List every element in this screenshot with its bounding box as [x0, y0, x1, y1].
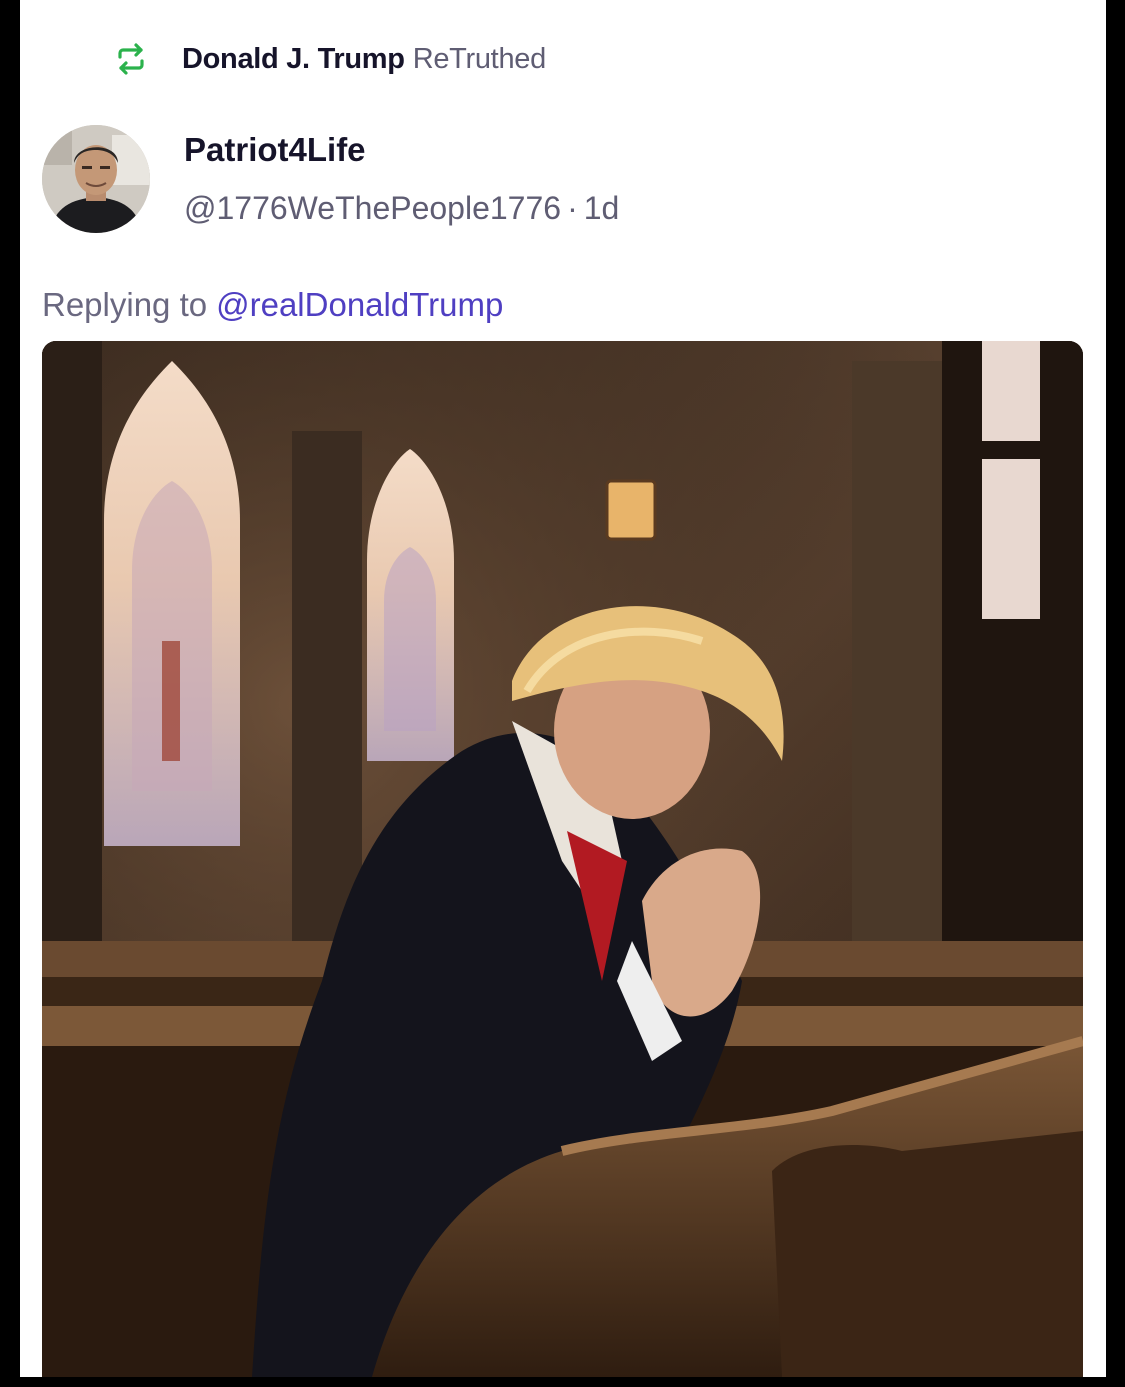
author-name[interactable]: Patriot4Life	[184, 131, 366, 169]
church-prayer-illustration	[42, 341, 1083, 1377]
retruth-header[interactable]: Donald J. Trump ReTruthed	[114, 38, 546, 80]
author-handle[interactable]: @1776WeThePeople1776	[184, 190, 561, 227]
meta-separator: ·	[567, 190, 578, 226]
retruth-label: ReTruthed	[412, 42, 547, 75]
retruth-icon	[114, 42, 148, 76]
reply-to-link[interactable]: @realDonaldTrump	[216, 286, 503, 324]
author-meta: @1776WeThePeople1776 · 1d	[184, 190, 619, 227]
post-image[interactable]	[42, 341, 1083, 1377]
avatar[interactable]	[42, 125, 150, 233]
reply-prefix: Replying to	[42, 286, 208, 323]
retruth-author-name[interactable]: Donald J. Trump	[182, 43, 405, 76]
post-age[interactable]: 1d	[584, 190, 620, 227]
post-card: Donald J. Trump ReTruthed Patriot4Life @…	[20, 0, 1106, 1377]
reply-context: Replying to @realDonaldTrump	[42, 286, 503, 324]
